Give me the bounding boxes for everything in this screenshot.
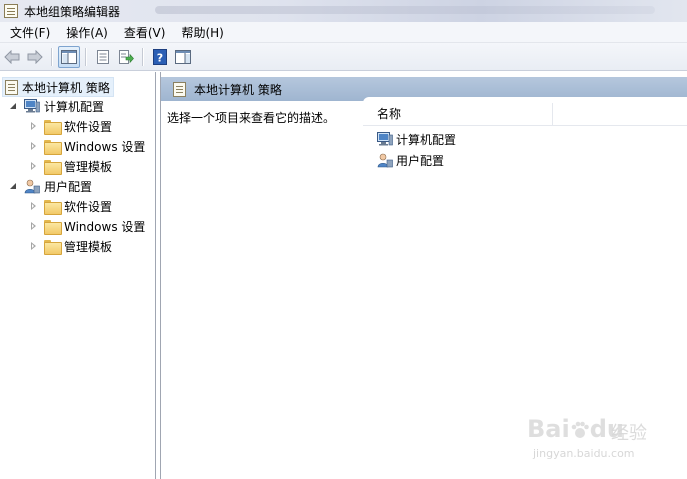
collapse-arrow-icon[interactable]: [10, 102, 18, 110]
tree-label: 软件设置: [64, 119, 113, 134]
tree-label: 管理模板: [64, 239, 113, 254]
title-bar-blur: [155, 6, 655, 14]
expand-arrow-icon[interactable]: [30, 142, 38, 150]
menu-help[interactable]: 帮助(H): [173, 24, 231, 41]
paw-icon: [571, 421, 589, 438]
toolbar-separator: [51, 47, 52, 66]
show-hide-tree-icon[interactable]: [58, 45, 80, 68]
tree-label: 软件设置: [64, 199, 113, 214]
tree-item-admin-templates[interactable]: 管理模板: [30, 236, 112, 256]
watermark-brand: Bai du: [527, 415, 624, 443]
user-config-icon: [24, 179, 40, 194]
watermark-url: jingyan.baidu.com: [533, 447, 635, 460]
tree-item-software-settings[interactable]: 软件设置: [30, 196, 112, 216]
baidu-watermark: Bai du 经验 jingyan.baidu.com: [527, 405, 667, 465]
export-list-icon[interactable]: [115, 46, 137, 68]
expand-arrow-icon[interactable]: [30, 242, 38, 250]
computer-config-icon: [377, 132, 393, 146]
user-config-icon: [377, 153, 393, 168]
list-item-label: 计算机配置: [396, 132, 457, 147]
expand-arrow-icon[interactable]: [30, 202, 38, 210]
policy-document-icon: [5, 79, 18, 95]
list-item-user-config[interactable]: 用户配置: [377, 150, 444, 170]
tree-item-software-settings[interactable]: 软件设置: [30, 116, 112, 136]
watermark-brand-cn: 经验: [611, 423, 647, 444]
tree-item-admin-templates[interactable]: 管理模板: [30, 156, 112, 176]
list-column-header: 名称: [363, 102, 687, 126]
tree-label: Windows 设置: [64, 139, 146, 154]
navigation-tree: 本地计算机 策略 计算机配置 软件设置 Windows 设置 管理模板 用户配置…: [0, 72, 156, 479]
forward-arrow-icon[interactable]: [24, 46, 46, 68]
menu-action[interactable]: 操作(A): [58, 24, 116, 41]
tree-root-local-computer-policy[interactable]: 本地计算机 策略: [2, 77, 114, 97]
expand-arrow-icon[interactable]: [30, 122, 38, 130]
column-header-name[interactable]: 名称: [363, 102, 553, 126]
properties-icon[interactable]: [92, 46, 114, 68]
details-header-title: 本地计算机 策略: [194, 82, 282, 97]
tree-item-windows-settings[interactable]: Windows 设置: [30, 136, 145, 156]
tree-label: 计算机配置: [44, 99, 105, 114]
back-arrow-icon[interactable]: [1, 46, 23, 68]
expand-arrow-icon[interactable]: [30, 222, 38, 230]
folder-icon: [44, 159, 62, 175]
tree-label: 本地计算机 策略: [22, 80, 110, 95]
expand-arrow-icon[interactable]: [30, 162, 38, 170]
folder-icon: [44, 219, 62, 235]
svg-text:?: ?: [157, 51, 163, 64]
window-title: 本地组策略编辑器: [24, 4, 121, 19]
tree-label: 管理模板: [64, 159, 113, 174]
help-icon[interactable]: ?: [149, 46, 171, 68]
tree-label: 用户配置: [44, 179, 93, 194]
folder-icon: [44, 119, 62, 135]
folder-icon: [44, 239, 62, 255]
collapse-arrow-icon[interactable]: [10, 182, 18, 190]
toolbar: ?: [0, 43, 687, 71]
show-action-pane-icon[interactable]: [172, 46, 194, 68]
policy-editor-icon: [4, 4, 18, 18]
description-text: 选择一个项目来查看它的描述。: [167, 111, 336, 125]
menu-view[interactable]: 查看(V): [116, 24, 174, 41]
list-item-label: 用户配置: [396, 153, 445, 168]
tree-item-computer-config[interactable]: 计算机配置: [10, 96, 104, 116]
list-item-computer-config[interactable]: 计算机配置: [377, 129, 456, 149]
toolbar-separator: [85, 47, 86, 66]
tree-item-windows-settings[interactable]: Windows 设置: [30, 216, 145, 236]
menu-file[interactable]: 文件(F): [0, 24, 58, 41]
folder-icon: [44, 199, 62, 215]
tree-label: Windows 设置: [64, 219, 146, 234]
toolbar-separator: [142, 47, 143, 66]
title-bar: 本地组策略编辑器: [0, 0, 687, 22]
folder-icon: [44, 139, 62, 155]
menu-bar: 文件(F) 操作(A) 查看(V) 帮助(H): [0, 22, 687, 43]
computer-config-icon: [24, 99, 40, 113]
tree-item-user-config[interactable]: 用户配置: [10, 176, 92, 196]
policy-document-icon: [173, 81, 186, 97]
